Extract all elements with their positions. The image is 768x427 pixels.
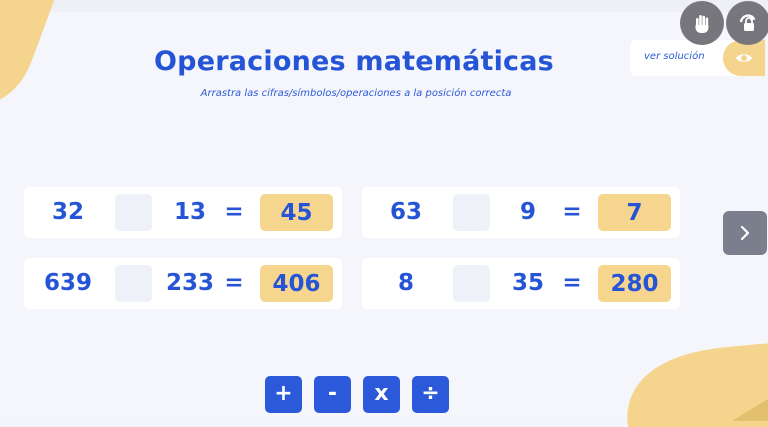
equation-card-3: 639 233 = 406 bbox=[24, 258, 342, 309]
operand-a[interactable]: 32 bbox=[38, 199, 98, 225]
equation-card-4: 8 35 = 280 bbox=[362, 258, 680, 309]
activity-page: Operaciones matemáticas Arrastra las cif… bbox=[0, 0, 768, 427]
operand-b[interactable]: 233 bbox=[160, 270, 220, 296]
equation-card-2: 63 9 = 7 bbox=[362, 187, 680, 238]
operator-tile-multiply[interactable]: x bbox=[363, 376, 400, 413]
eye-icon[interactable] bbox=[723, 40, 765, 76]
corner-shade bbox=[732, 399, 768, 421]
show-solution-button[interactable]: ver solución bbox=[630, 40, 765, 76]
operand-b[interactable]: 9 bbox=[498, 199, 558, 225]
result-box[interactable]: 45 bbox=[260, 194, 333, 231]
rotate-lock-icon bbox=[739, 14, 756, 31]
operator-tile-plus[interactable]: + bbox=[265, 376, 302, 413]
operand-a[interactable]: 63 bbox=[376, 199, 436, 225]
result-box[interactable]: 280 bbox=[598, 265, 671, 302]
result-box[interactable]: 406 bbox=[260, 265, 333, 302]
hand-icon bbox=[695, 15, 709, 33]
operand-b[interactable]: 13 bbox=[160, 199, 220, 225]
rotate-lock-button[interactable] bbox=[726, 1, 768, 45]
result-box[interactable]: 7 bbox=[598, 194, 671, 231]
chevron-right-icon bbox=[740, 225, 750, 241]
equals-sign: = bbox=[224, 199, 244, 225]
operator-tile-divide[interactable]: ÷ bbox=[412, 376, 449, 413]
top-band bbox=[0, 0, 768, 12]
equation-card-1: 32 13 = 45 bbox=[24, 187, 342, 238]
operator-drop-slot[interactable] bbox=[115, 265, 152, 302]
operand-a[interactable]: 8 bbox=[376, 270, 436, 296]
hand-tool-button[interactable] bbox=[680, 1, 724, 45]
operand-b[interactable]: 35 bbox=[498, 270, 558, 296]
page-subtitle: Arrastra las cifras/símbolos/operaciones… bbox=[200, 88, 512, 99]
equals-sign: = bbox=[224, 270, 244, 296]
show-solution-label: ver solución bbox=[644, 51, 705, 62]
operator-drop-slot[interactable] bbox=[453, 265, 490, 302]
page-title: Operaciones matemáticas bbox=[154, 46, 554, 77]
next-page-button[interactable] bbox=[723, 211, 767, 255]
operand-a[interactable]: 639 bbox=[38, 270, 98, 296]
equals-sign: = bbox=[562, 270, 582, 296]
operator-drop-slot[interactable] bbox=[115, 194, 152, 231]
operator-drop-slot[interactable] bbox=[453, 194, 490, 231]
equals-sign: = bbox=[562, 199, 582, 225]
operator-tile-minus[interactable]: - bbox=[314, 376, 351, 413]
